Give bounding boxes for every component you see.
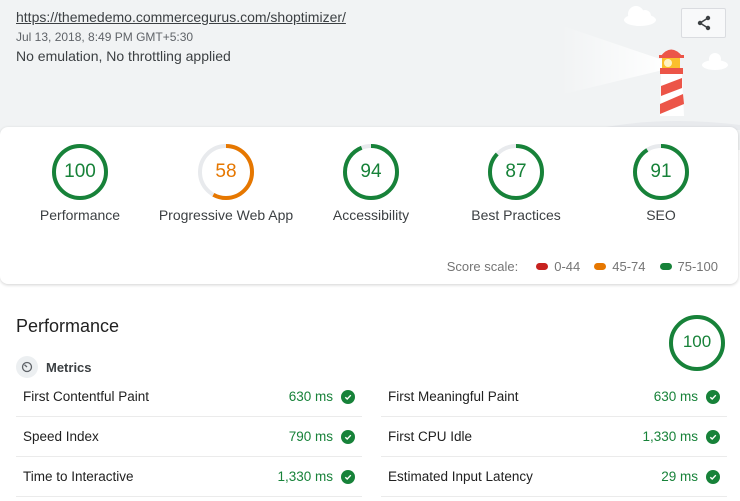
scale-range-label: 0-44 xyxy=(554,259,581,274)
pass-swatch-icon xyxy=(659,263,672,270)
metric-value: 1,330 ms xyxy=(277,469,333,484)
metric-row: First CPU Idle 1,330 ms xyxy=(381,417,727,457)
metric-value: 1,330 ms xyxy=(642,429,698,444)
pass-check-icon xyxy=(341,469,355,484)
score-value: 94 xyxy=(360,161,382,182)
metric-row: Estimated Input Latency 29 ms xyxy=(381,457,727,497)
report-date: Jul 13, 2018, 8:49 PM GMT+5:30 xyxy=(16,30,194,44)
gauge-accessibility[interactable]: 94 Accessibility xyxy=(296,143,446,223)
timer-icon xyxy=(16,356,38,378)
score-value: 58 xyxy=(215,161,237,182)
metric-row: First Contentful Paint 630 ms xyxy=(16,377,362,417)
score-label: Performance xyxy=(39,207,121,223)
score-value: 87 xyxy=(505,161,527,182)
performance-section-title: Performance xyxy=(16,316,120,336)
metric-name: Estimated Input Latency xyxy=(388,469,533,484)
metric-row: First Meaningful Paint 630 ms xyxy=(381,377,727,417)
metric-name: First Contentful Paint xyxy=(23,389,150,404)
scale-range-label: 75-100 xyxy=(677,259,718,274)
cloud-icon xyxy=(702,53,728,70)
pass-check-icon xyxy=(341,429,355,444)
score-summary-card: 100 Performance 58 Progressive Web App 9… xyxy=(0,127,738,284)
share-icon xyxy=(697,15,710,31)
average-swatch-icon xyxy=(594,263,607,270)
scale-item-fail: 0-44 xyxy=(536,259,580,274)
gauge-best-practices[interactable]: 87 Best Practices xyxy=(441,143,591,223)
score-value: 91 xyxy=(650,161,672,182)
score-label: Accessibility xyxy=(332,207,410,223)
metric-name: Time to Interactive xyxy=(23,469,134,484)
metric-value: 630 ms xyxy=(288,389,333,404)
metric-row: Speed Index 790 ms xyxy=(16,417,362,457)
metric-name: Speed Index xyxy=(23,429,99,444)
fail-swatch-icon xyxy=(536,263,549,270)
environment-info: No emulation, No throttling applied xyxy=(16,48,231,64)
score-label: Progressive Web App xyxy=(158,207,294,223)
gauge-seo[interactable]: 91 SEO xyxy=(586,143,736,223)
metrics-header: Metrics xyxy=(16,356,92,378)
score-label: SEO xyxy=(646,207,676,223)
metric-name: First CPU Idle xyxy=(388,429,473,444)
metric-row: Time to Interactive 1,330 ms xyxy=(16,457,362,497)
metric-value: 630 ms xyxy=(653,389,698,404)
performance-score-value: 100 xyxy=(682,332,712,351)
pass-check-icon xyxy=(706,389,720,404)
score-scale-legend: Score scale: 0-44 45-74 75-100 xyxy=(447,259,718,274)
gauge-progressive-web-app[interactable]: 58 Progressive Web App xyxy=(151,143,301,223)
score-value: 100 xyxy=(64,161,96,182)
pass-check-icon xyxy=(341,389,355,404)
share-button[interactable] xyxy=(681,8,726,38)
metric-value: 29 ms xyxy=(661,469,698,484)
gauge-performance[interactable]: 100 Performance xyxy=(5,143,155,223)
performance-score-gauge: 100 xyxy=(668,314,726,372)
scale-item-average: 45-74 xyxy=(594,259,646,274)
cloud-icon xyxy=(624,6,656,26)
pass-check-icon xyxy=(706,429,720,444)
report-url-link[interactable]: https://themedemo.commercegurus.com/shop… xyxy=(16,9,346,25)
score-label: Best Practices xyxy=(471,207,561,223)
score-scale-label: Score scale: xyxy=(446,259,519,274)
pass-check-icon xyxy=(706,469,720,484)
metric-value: 790 ms xyxy=(288,429,333,444)
metric-name: First Meaningful Paint xyxy=(388,389,519,404)
metrics-label: Metrics xyxy=(46,359,92,375)
scale-range-label: 45-74 xyxy=(612,259,646,274)
scale-item-pass: 75-100 xyxy=(659,259,718,274)
